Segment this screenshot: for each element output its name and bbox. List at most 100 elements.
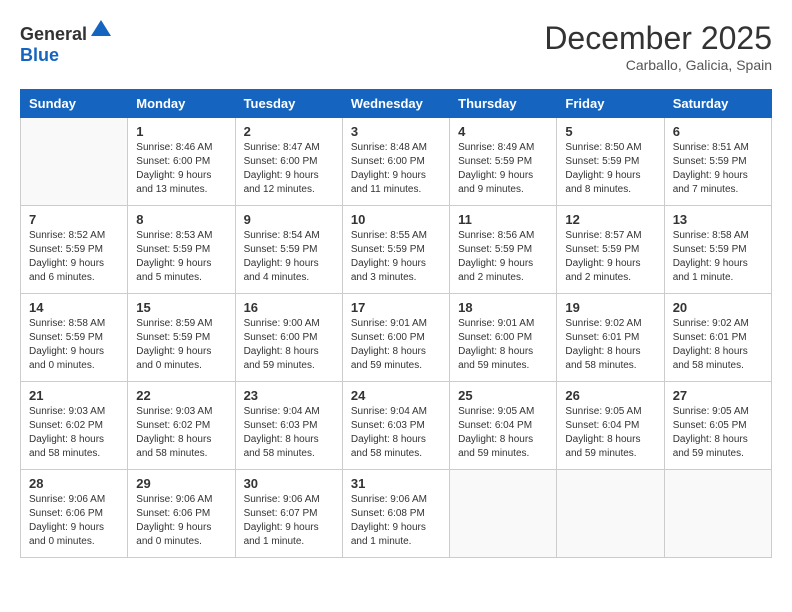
calendar-header-monday: Monday bbox=[128, 90, 235, 118]
day-number: 30 bbox=[244, 476, 334, 491]
day-number: 23 bbox=[244, 388, 334, 403]
calendar-cell: 2 Sunrise: 8:47 AMSunset: 6:00 PMDaylight… bbox=[235, 118, 342, 206]
day-number: 3 bbox=[351, 124, 441, 139]
calendar-cell: 3 Sunrise: 8:48 AMSunset: 6:00 PMDaylight… bbox=[342, 118, 449, 206]
calendar-header-wednesday: Wednesday bbox=[342, 90, 449, 118]
day-info: Sunrise: 8:57 AMSunset: 5:59 PMDaylight:… bbox=[565, 229, 655, 285]
day-info: Sunrise: 9:02 AMSunset: 6:01 PMDaylight:… bbox=[565, 317, 655, 373]
day-info: Sunrise: 8:56 AMSunset: 5:59 PMDaylight:… bbox=[458, 229, 548, 285]
calendar-cell: 14 Sunrise: 8:58 AMSunset: 5:59 PMDayligh… bbox=[21, 294, 128, 382]
day-number: 22 bbox=[136, 388, 226, 403]
calendar-cell: 18 Sunrise: 9:01 AMSunset: 6:00 PMDayligh… bbox=[450, 294, 557, 382]
day-info: Sunrise: 9:04 AMSunset: 6:03 PMDaylight:… bbox=[351, 405, 441, 461]
day-number: 8 bbox=[136, 212, 226, 227]
day-number: 15 bbox=[136, 300, 226, 315]
day-number: 12 bbox=[565, 212, 655, 227]
calendar-cell: 12 Sunrise: 8:57 AMSunset: 5:59 PMDayligh… bbox=[557, 206, 664, 294]
calendar-cell: 27Sunrise: 9:05 AMSunset: 6:05 PMDayligh… bbox=[664, 382, 771, 470]
day-info: Sunrise: 9:05 AMSunset: 6:04 PMDaylight:… bbox=[458, 405, 548, 461]
day-number: 16 bbox=[244, 300, 334, 315]
calendar-cell: 24 Sunrise: 9:04 AMSunset: 6:03 PMDayligh… bbox=[342, 382, 449, 470]
calendar-cell: 10Sunrise: 8:55 AMSunset: 5:59 PMDayligh… bbox=[342, 206, 449, 294]
calendar-cell bbox=[664, 470, 771, 558]
day-number: 7 bbox=[29, 212, 119, 227]
day-info: Sunrise: 8:59 AMSunset: 5:59 PMDaylight:… bbox=[136, 317, 226, 373]
calendar-cell: 31 Sunrise: 9:06 AMSunset: 6:08 PMDayligh… bbox=[342, 470, 449, 558]
calendar-cell bbox=[21, 118, 128, 206]
title-block: December 2025 Carballo, Galicia, Spain bbox=[544, 20, 772, 73]
day-number: 25 bbox=[458, 388, 548, 403]
day-info: Sunrise: 9:05 AMSunset: 6:04 PMDaylight:… bbox=[565, 405, 655, 461]
month-title: December 2025 bbox=[544, 20, 772, 57]
day-info: Sunrise: 8:52 AMSunset: 5:59 PMDaylight:… bbox=[29, 229, 119, 285]
day-info: Sunrise: 8:48 AMSunset: 6:00 PMDaylight:… bbox=[351, 141, 441, 197]
calendar-week-5: 28Sunrise: 9:06 AMSunset: 6:06 PMDayligh… bbox=[21, 470, 772, 558]
calendar-cell: 30 Sunrise: 9:06 AMSunset: 6:07 PMDayligh… bbox=[235, 470, 342, 558]
day-number: 21 bbox=[29, 388, 119, 403]
logo-icon bbox=[89, 18, 113, 38]
day-info: Sunrise: 9:06 AMSunset: 6:06 PMDaylight:… bbox=[29, 493, 119, 549]
day-info: Sunrise: 9:06 AMSunset: 6:07 PMDaylight:… bbox=[244, 493, 334, 549]
calendar-cell: 8Sunrise: 8:53 AMSunset: 5:59 PMDaylight… bbox=[128, 206, 235, 294]
day-number: 4 bbox=[458, 124, 548, 139]
calendar-header-tuesday: Tuesday bbox=[235, 90, 342, 118]
calendar-cell: 21Sunrise: 9:03 AMSunset: 6:02 PMDayligh… bbox=[21, 382, 128, 470]
calendar-cell: 19 Sunrise: 9:02 AMSunset: 6:01 PMDayligh… bbox=[557, 294, 664, 382]
calendar-cell: 20Sunrise: 9:02 AMSunset: 6:01 PMDayligh… bbox=[664, 294, 771, 382]
day-number: 31 bbox=[351, 476, 441, 491]
day-number: 14 bbox=[29, 300, 119, 315]
calendar-cell: 28Sunrise: 9:06 AMSunset: 6:06 PMDayligh… bbox=[21, 470, 128, 558]
day-number: 19 bbox=[565, 300, 655, 315]
day-number: 2 bbox=[244, 124, 334, 139]
day-info: Sunrise: 9:03 AMSunset: 6:02 PMDaylight:… bbox=[136, 405, 226, 461]
calendar-cell: 17Sunrise: 9:01 AMSunset: 6:00 PMDayligh… bbox=[342, 294, 449, 382]
calendar-header-friday: Friday bbox=[557, 90, 664, 118]
calendar-week-2: 7 Sunrise: 8:52 AMSunset: 5:59 PMDaylight… bbox=[21, 206, 772, 294]
day-info: Sunrise: 8:58 AMSunset: 5:59 PMDaylight:… bbox=[29, 317, 119, 373]
calendar-table: SundayMondayTuesdayWednesdayThursdayFrid… bbox=[20, 89, 772, 558]
calendar-cell: 4Sunrise: 8:49 AMSunset: 5:59 PMDaylight… bbox=[450, 118, 557, 206]
day-number: 6 bbox=[673, 124, 763, 139]
day-info: Sunrise: 8:50 AMSunset: 5:59 PMDaylight:… bbox=[565, 141, 655, 197]
calendar-week-3: 14 Sunrise: 8:58 AMSunset: 5:59 PMDayligh… bbox=[21, 294, 772, 382]
calendar-cell bbox=[450, 470, 557, 558]
calendar-cell: 29 Sunrise: 9:06 AMSunset: 6:06 PMDayligh… bbox=[128, 470, 235, 558]
day-number: 9 bbox=[244, 212, 334, 227]
day-info: Sunrise: 9:06 AMSunset: 6:08 PMDaylight:… bbox=[351, 493, 441, 549]
calendar-cell: 23Sunrise: 9:04 AMSunset: 6:03 PMDayligh… bbox=[235, 382, 342, 470]
calendar-header-saturday: Saturday bbox=[664, 90, 771, 118]
day-info: Sunrise: 8:47 AMSunset: 6:00 PMDaylight:… bbox=[244, 141, 334, 197]
day-info: Sunrise: 8:55 AMSunset: 5:59 PMDaylight:… bbox=[351, 229, 441, 285]
day-info: Sunrise: 9:01 AMSunset: 6:00 PMDaylight:… bbox=[458, 317, 548, 373]
logo-blue: Blue bbox=[20, 45, 59, 65]
calendar-cell: 11 Sunrise: 8:56 AMSunset: 5:59 PMDayligh… bbox=[450, 206, 557, 294]
day-number: 26 bbox=[565, 388, 655, 403]
day-info: Sunrise: 9:00 AMSunset: 6:00 PMDaylight:… bbox=[244, 317, 334, 373]
calendar-cell: 26 Sunrise: 9:05 AMSunset: 6:04 PMDayligh… bbox=[557, 382, 664, 470]
day-info: Sunrise: 8:51 AMSunset: 5:59 PMDaylight:… bbox=[673, 141, 763, 197]
logo-general: General bbox=[20, 24, 87, 44]
day-info: Sunrise: 9:06 AMSunset: 6:06 PMDaylight:… bbox=[136, 493, 226, 549]
calendar-week-4: 21 Sunrise: 9:03 AMSunset: 6:02 PMDayligh… bbox=[21, 382, 772, 470]
day-info: Sunrise: 8:46 AMSunset: 6:00 PMDaylight:… bbox=[136, 141, 226, 197]
calendar-header-row: SundayMondayTuesdayWednesdayThursdayFrid… bbox=[21, 90, 772, 118]
calendar-week-1: 1 Sunrise: 8:46 AMSunset: 6:00 PMDaylight… bbox=[21, 118, 772, 206]
day-number: 17 bbox=[351, 300, 441, 315]
day-info: Sunrise: 9:02 AMSunset: 6:01 PMDaylight:… bbox=[673, 317, 763, 373]
day-number: 1 bbox=[136, 124, 226, 139]
day-number: 24 bbox=[351, 388, 441, 403]
day-number: 29 bbox=[136, 476, 226, 491]
day-number: 5 bbox=[565, 124, 655, 139]
day-number: 13 bbox=[673, 212, 763, 227]
calendar-cell: 7 Sunrise: 8:52 AMSunset: 5:59 PMDaylight… bbox=[21, 206, 128, 294]
day-number: 18 bbox=[458, 300, 548, 315]
calendar-cell: 22 Sunrise: 9:03 AMSunset: 6:02 PMDayligh… bbox=[128, 382, 235, 470]
calendar-cell: 16 Sunrise: 9:00 AMSunset: 6:00 PMDayligh… bbox=[235, 294, 342, 382]
location: Carballo, Galicia, Spain bbox=[544, 57, 772, 73]
calendar-cell: 1 Sunrise: 8:46 AMSunset: 6:00 PMDaylight… bbox=[128, 118, 235, 206]
day-number: 11 bbox=[458, 212, 548, 227]
calendar-cell: 13Sunrise: 8:58 AMSunset: 5:59 PMDayligh… bbox=[664, 206, 771, 294]
calendar-cell: 5 Sunrise: 8:50 AMSunset: 5:59 PMDaylight… bbox=[557, 118, 664, 206]
calendar-cell: 6 Sunrise: 8:51 AMSunset: 5:59 PMDaylight… bbox=[664, 118, 771, 206]
day-info: Sunrise: 8:54 AMSunset: 5:59 PMDaylight:… bbox=[244, 229, 334, 285]
